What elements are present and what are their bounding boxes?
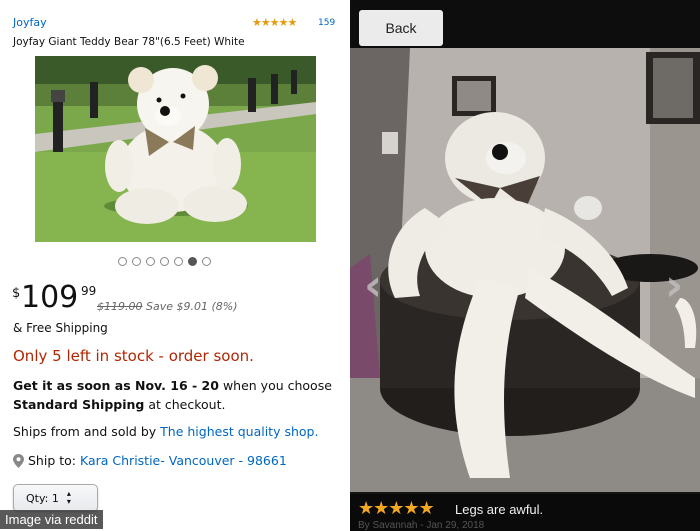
price-fraction: 99	[81, 284, 97, 298]
product-image[interactable]	[35, 56, 316, 242]
rating-stars[interactable]: ★★★★★	[252, 16, 297, 29]
delivery-estimate: Get it as soon as Nov. 16 - 20 when you …	[13, 376, 343, 414]
carousel-dot-active[interactable]	[188, 257, 197, 266]
delivery-when: when you choose	[218, 378, 332, 393]
next-arrow-icon[interactable]: ›	[665, 260, 683, 311]
was-price: $119.00	[97, 300, 143, 313]
review-byline: By Savannah - Jan 29, 2018	[358, 520, 485, 531]
review-image-viewer: Back ‹ › ★★★★★ Legs are awful. By Savann…	[350, 0, 700, 531]
shipping-method: Standard Shipping	[13, 397, 145, 412]
delivery-checkout: at checkout.	[144, 397, 226, 412]
product-page: Joyfay ★★★★★ 159 Joyfay Giant Teddy Bear…	[0, 0, 350, 531]
carousel-dot[interactable]	[132, 257, 141, 266]
price-currency: $	[12, 286, 21, 301]
review-count[interactable]: 159	[318, 18, 335, 28]
review-caption-bar: ★★★★★ Legs are awful. By Savannah - Jan …	[350, 492, 700, 531]
quantity-label: Qty: 1	[26, 491, 59, 505]
seller-link[interactable]: The highest quality shop.	[160, 424, 318, 439]
brand-link[interactable]: Joyfay	[13, 16, 47, 29]
review-stars: ★★★★★	[358, 498, 435, 519]
location-pin-icon	[13, 453, 24, 468]
savings: Save $9.01 (8%)	[146, 300, 238, 313]
back-button[interactable]: Back	[359, 10, 443, 46]
review-text: Legs are awful.	[455, 502, 544, 517]
carousel-dot[interactable]	[146, 257, 155, 266]
free-shipping: & Free Shipping	[13, 321, 108, 335]
quantity-select[interactable]: Qty: 1 ▴ ▾	[13, 484, 98, 512]
delivery-dates: Get it as soon as Nov. 16 - 20	[13, 378, 219, 393]
sold-by-prefix: Ships from and sold by	[13, 424, 161, 439]
product-title: Joyfay Giant Teddy Bear 78"(6.5 Feet) Wh…	[13, 36, 245, 48]
review-photo[interactable]	[350, 48, 700, 494]
ship-to-label: Ship to:	[28, 453, 76, 468]
sold-by: Ships from and sold by The highest quali…	[13, 424, 318, 439]
image-carousel-dots[interactable]	[118, 257, 211, 266]
price-whole: 109	[21, 280, 79, 315]
carousel-dot[interactable]	[174, 257, 183, 266]
previous-arrow-icon[interactable]: ‹	[364, 260, 382, 311]
list-price: $119.00 Save $9.01 (8%)	[97, 300, 238, 313]
carousel-dot[interactable]	[118, 257, 127, 266]
carousel-dot[interactable]	[160, 257, 169, 266]
image-credit: Image via reddit	[0, 510, 103, 529]
carousel-dot[interactable]	[202, 257, 211, 266]
ship-to[interactable]: Ship to: Kara Christie- Vancouver - 9866…	[13, 453, 287, 468]
chevron-updown-icon: ▴ ▾	[66, 489, 71, 506]
ship-to-address[interactable]: Kara Christie- Vancouver - 98661	[80, 453, 287, 468]
stock-status: Only 5 left in stock - order soon.	[13, 347, 254, 365]
